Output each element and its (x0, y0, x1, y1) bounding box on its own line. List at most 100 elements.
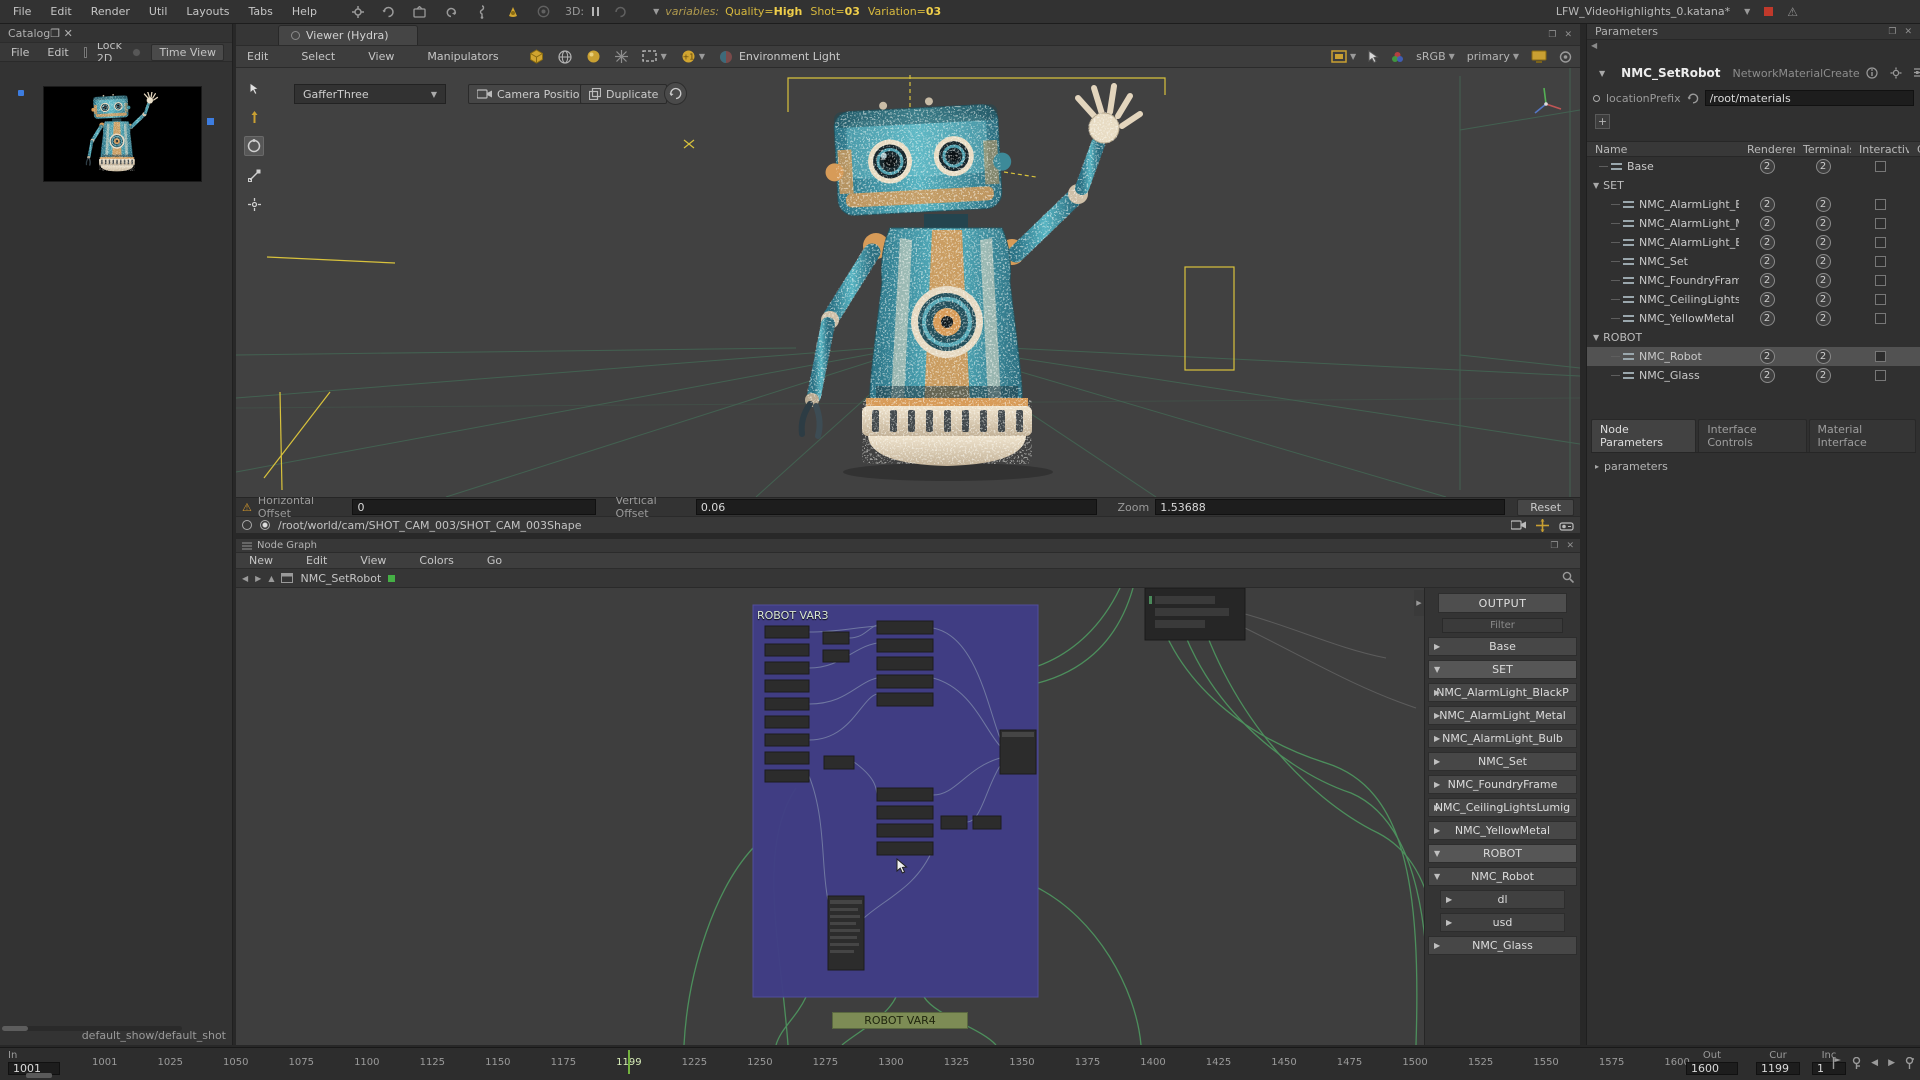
output-item-nmc-glass[interactable]: ▶NMC_Glass (1428, 936, 1577, 955)
time-view-button[interactable]: Time View (151, 44, 224, 61)
chevron-right-icon[interactable]: ▶ (1446, 918, 1452, 927)
search-icon[interactable] (1562, 571, 1574, 586)
viewer-menu-manipulators[interactable]: Manipulators (424, 48, 501, 65)
tab-node-parameters[interactable]: Node Parameters (1591, 419, 1696, 452)
out-frame-input[interactable] (1686, 1062, 1738, 1075)
horizontal-offset-input[interactable] (352, 499, 595, 515)
output-item-nmc-alarmlight-blackp[interactable]: ▶NMC_AlarmLight_BlackP (1428, 683, 1577, 702)
rgb-channels-icon[interactable] (1391, 51, 1404, 63)
interactive-checkbox[interactable] (1875, 275, 1886, 286)
chevron-right-icon[interactable]: ▶ (1434, 757, 1440, 766)
output-item-robot[interactable]: ▼ROBOT (1428, 844, 1577, 863)
tab-interface-controls[interactable]: Interface Controls (1698, 419, 1806, 452)
float-panel-icon[interactable]: ❐ (1888, 27, 1896, 37)
add-material-button[interactable]: + (1595, 114, 1610, 129)
timeline-scrollbar[interactable] (26, 1073, 52, 1078)
chevron-down-icon[interactable]: ▼ (1434, 849, 1440, 858)
chevron-down-icon[interactable]: ▼ (1599, 69, 1605, 78)
close-icon[interactable]: ✕ (1564, 30, 1572, 40)
camera-position-button[interactable]: Camera Position (468, 84, 596, 104)
variables-readout[interactable]: ▼ variables: Quality=HighShot=03Variatio… (653, 5, 949, 18)
shading-cube-icon[interactable] (529, 49, 544, 64)
lighting-sphere-icon[interactable] (586, 49, 601, 64)
render-thumbnail[interactable] (43, 86, 202, 182)
chevron-right-icon[interactable]: ▶ (1434, 780, 1440, 789)
environment-light-indicator[interactable]: Environment Light (719, 50, 840, 64)
colorspace-dropdown[interactable]: sRGB▼ (1416, 50, 1455, 63)
menubar-item-help[interactable]: Help (289, 3, 320, 20)
material-row-robot[interactable]: ▼ROBOT (1587, 328, 1920, 347)
output-item-nmc-ceilinglightslumig[interactable]: ▶NMC_CeilingLightsLumig (1428, 798, 1577, 817)
pivot-tool-icon[interactable] (244, 194, 264, 214)
nav-up-icon[interactable]: ▲ (268, 574, 274, 583)
node-graph-menu-edit[interactable]: Edit (303, 552, 330, 569)
gear-icon[interactable] (351, 5, 365, 19)
viewer-menu-edit[interactable]: Edit (244, 48, 271, 65)
duplicate-button[interactable]: Duplicate (580, 84, 667, 104)
material-row-base[interactable]: Base22 (1587, 157, 1920, 176)
rerender-icon[interactable] (537, 5, 551, 19)
rotate-tool-icon[interactable] (244, 136, 264, 156)
material-row-nmc-foundryframe[interactable]: NMC_FoundryFrame22 (1587, 271, 1920, 290)
close-icon[interactable]: ✕ (1904, 27, 1912, 37)
location-prefix-input[interactable] (1705, 90, 1914, 106)
material-row-nmc-alarmlight-b[interactable]: NMC_AlarmLight_B...22 (1587, 233, 1920, 252)
output-item-set[interactable]: ▼SET (1428, 660, 1577, 679)
viewer-menu-select[interactable]: Select (298, 48, 338, 65)
close-icon[interactable]: ✕ (64, 27, 73, 40)
chevron-down-icon[interactable]: ▼ (1434, 665, 1440, 674)
sliders-icon[interactable] (1914, 67, 1920, 78)
output-item-nmc-yellowmetal[interactable]: ▶NMC_YellowMetal (1428, 821, 1577, 840)
snap-icon[interactable] (413, 5, 427, 19)
float-panel-icon[interactable]: ❐ (1550, 541, 1558, 551)
interactive-checkbox[interactable] (1875, 199, 1886, 210)
close-icon[interactable]: ✕ (1566, 541, 1574, 551)
chevron-right-icon[interactable]: ▶ (1434, 941, 1440, 950)
pan-cross-icon[interactable] (1536, 519, 1549, 532)
float-panel-icon[interactable]: ❐ (50, 27, 60, 40)
current-frame-input[interactable] (1756, 1062, 1800, 1075)
catalog-menu-edit[interactable]: Edit (44, 44, 71, 61)
sync-icon[interactable] (382, 5, 396, 19)
menubar-item-edit[interactable]: Edit (47, 3, 74, 20)
chevron-right-icon[interactable]: ▶ (1434, 734, 1440, 743)
timeline-scrubber[interactable]: 1001102510501075110011251150117511991225… (92, 1057, 1690, 1068)
node-graph-menu-view[interactable]: View (357, 552, 389, 569)
material-row-nmc-robot[interactable]: NMC_Robot22 (1587, 347, 1920, 366)
catalog-slider[interactable] (132, 48, 142, 57)
interactive-checkbox[interactable] (1875, 351, 1886, 362)
monitor-icon[interactable] (1531, 50, 1547, 63)
material-row-nmc-glass[interactable]: NMC_Glass22 (1587, 366, 1920, 385)
pointer-icon[interactable] (1368, 50, 1379, 63)
chevron-right-icon[interactable]: ▶ (1434, 803, 1440, 812)
interactive-checkbox[interactable] (1875, 313, 1886, 324)
chevron-right-icon[interactable]: ▶ (1446, 895, 1452, 904)
pause-icon[interactable] (592, 7, 599, 16)
flag-icon[interactable] (1832, 1057, 1842, 1069)
chevron-down-icon[interactable]: ▼ (1744, 7, 1750, 16)
chevron-right-icon[interactable]: ▶ (1434, 688, 1440, 697)
interactive-checkbox[interactable] (1875, 370, 1886, 381)
snapshot-icon[interactable] (1559, 51, 1572, 63)
menubar-item-render[interactable]: Render (88, 3, 133, 20)
chevron-right-icon[interactable]: ▶ (1434, 826, 1440, 835)
render-icon[interactable] (506, 5, 520, 19)
camera-path[interactable]: /root/world/cam/SHOT_CAM_003/SHOT_CAM_00… (278, 519, 581, 532)
gear-icon[interactable] (1890, 67, 1902, 79)
material-row-nmc-yellowmetal[interactable]: NMC_YellowMetal22 (1587, 309, 1920, 328)
zoom-input[interactable] (1155, 499, 1505, 515)
output-item-nmc-set[interactable]: ▶NMC_Set (1428, 752, 1577, 771)
lights-icon[interactable]: +1▼ (681, 49, 705, 64)
projector-icon[interactable] (1559, 520, 1574, 531)
output-item-nmc-alarmlight-metal[interactable]: ▶NMC_AlarmLight_Metal (1428, 706, 1577, 725)
node-graph-menu-colors[interactable]: Colors (416, 552, 456, 569)
parameters-section[interactable]: ▸ parameters (1595, 460, 1920, 473)
chevron-down-icon[interactable]: ▼ (1593, 333, 1599, 342)
material-row-nmc-alarmlight-bl[interactable]: NMC_AlarmLight_Bl...22 (1587, 195, 1920, 214)
menubar-item-layouts[interactable]: Layouts (183, 3, 232, 20)
output-item-base[interactable]: ▶Base (1428, 637, 1577, 656)
panel-collapse-icon[interactable]: ◀ (1591, 41, 1597, 50)
chevron-right-icon[interactable]: ▶ (1434, 711, 1440, 720)
info-icon[interactable] (1866, 67, 1878, 79)
translate-tool-icon[interactable] (244, 107, 264, 127)
